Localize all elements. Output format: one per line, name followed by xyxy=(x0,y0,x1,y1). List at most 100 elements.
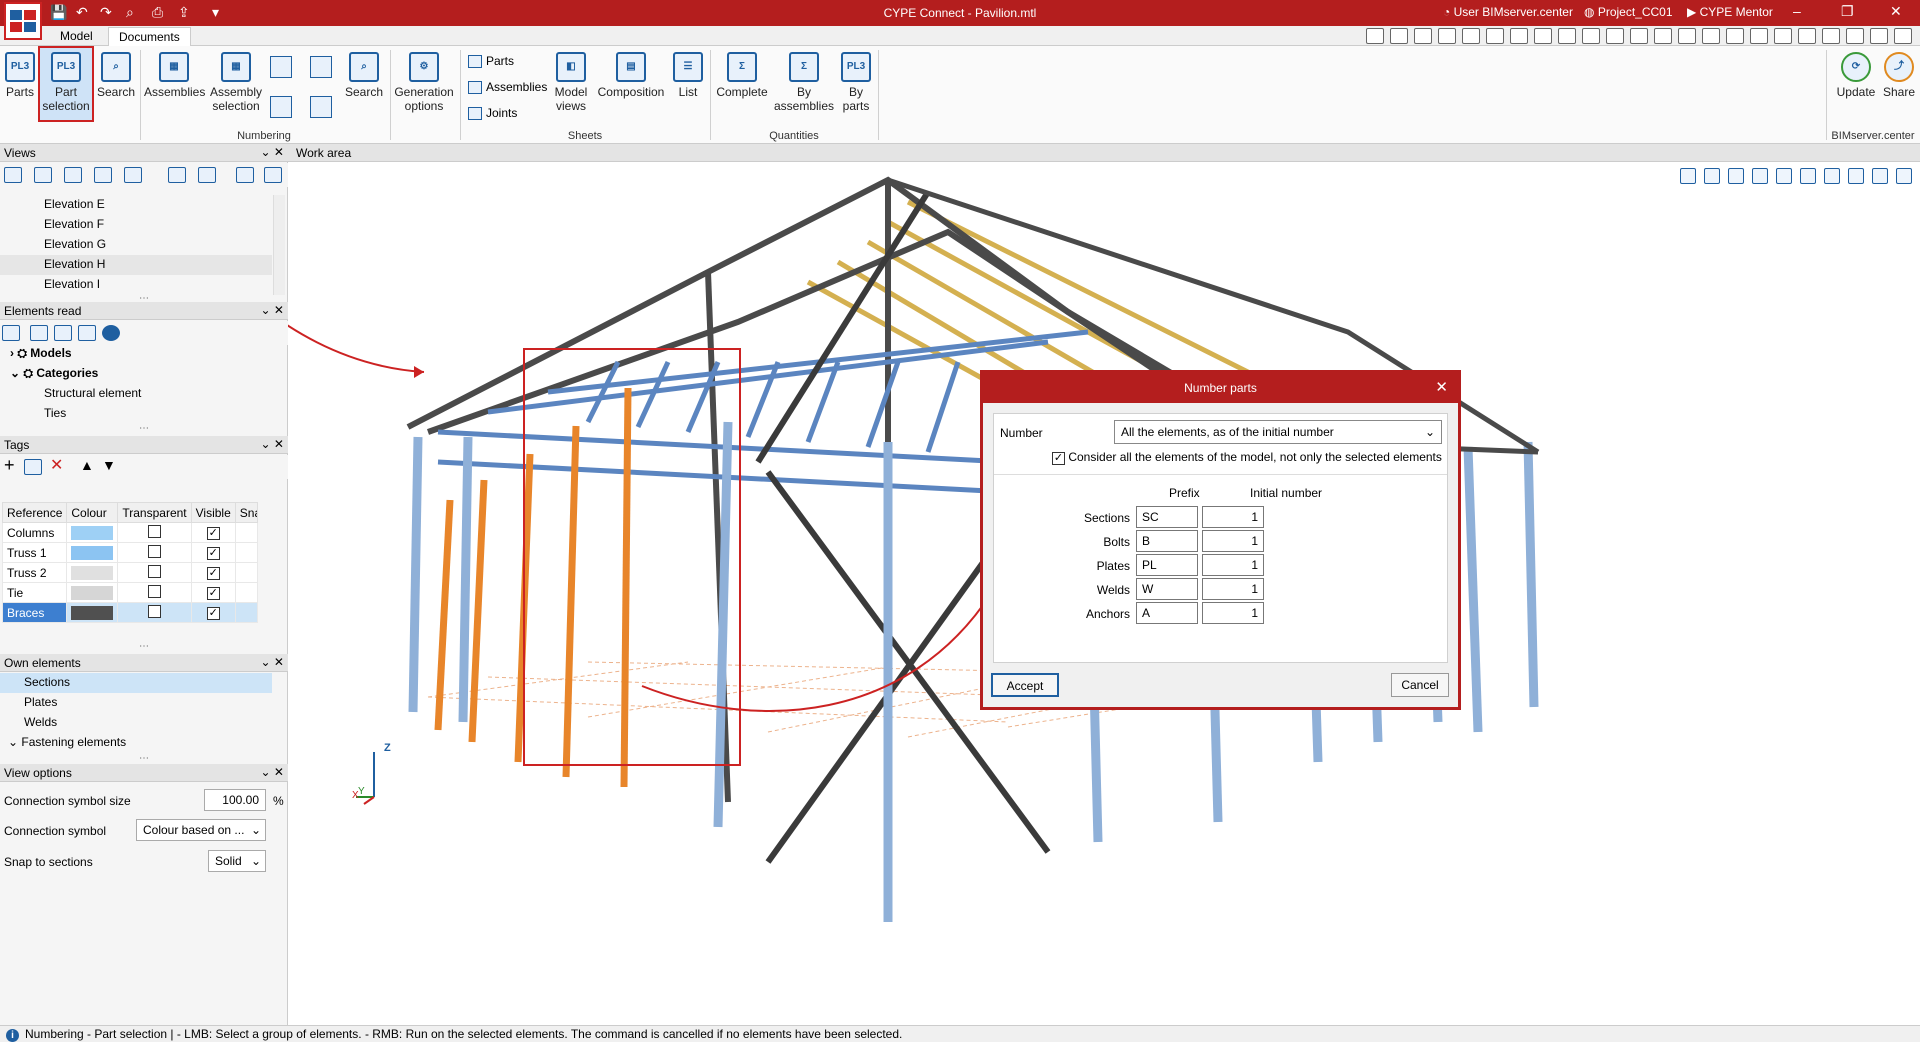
transparent-cell[interactable] xyxy=(117,542,192,563)
transparent-cell[interactable] xyxy=(117,522,192,543)
connection-symbol-select[interactable]: Colour based on ... ⌄ xyxy=(136,819,266,841)
tab-model[interactable]: Model xyxy=(50,27,103,46)
tree-item-structural[interactable]: Structural element xyxy=(0,384,272,404)
camera-icon[interactable] xyxy=(168,167,186,183)
share-button[interactable]: ⤴ Share xyxy=(1880,52,1918,99)
model-views-button[interactable]: ◧ Model views xyxy=(550,52,592,113)
assemblies-button[interactable]: ▦ Assemblies xyxy=(144,52,205,99)
cancel-button[interactable]: Cancel xyxy=(1391,673,1449,697)
copy-view-icon[interactable] xyxy=(64,167,82,183)
redo-icon[interactable]: ↷ xyxy=(100,4,112,21)
number-mode-select[interactable]: All the elements, as of the initial numb… xyxy=(1114,420,1442,444)
view-icon[interactable] xyxy=(1486,28,1504,44)
column-header[interactable]: Transparent xyxy=(117,502,192,523)
list-button[interactable]: ☰ List xyxy=(672,52,704,99)
magnet-icon[interactable] xyxy=(1630,28,1648,44)
view-icon[interactable] xyxy=(1726,28,1744,44)
tag-colour[interactable] xyxy=(66,602,119,623)
initial-number-input[interactable]: 1 xyxy=(1202,506,1264,528)
copy-icon[interactable] xyxy=(24,459,42,475)
close-window-icon[interactable]: ✕ xyxy=(1890,3,1902,20)
view-icon[interactable] xyxy=(1366,28,1384,44)
prefix-input[interactable]: A xyxy=(1136,602,1198,624)
view-icon[interactable] xyxy=(1462,28,1480,44)
delete-view-icon[interactable] xyxy=(94,167,112,183)
symbol-size-input[interactable]: 100.00 xyxy=(204,789,266,811)
column-header[interactable]: Reference xyxy=(1,502,68,523)
zoom-icon[interactable]: ⌕ xyxy=(126,4,134,21)
prefix-input[interactable]: W xyxy=(1136,578,1198,600)
view-icon[interactable] xyxy=(1606,28,1624,44)
view-icon[interactable] xyxy=(1654,28,1672,44)
resize-handle[interactable]: ⋯ xyxy=(0,754,288,764)
camera-settings-icon[interactable] xyxy=(198,167,216,183)
info-icon[interactable] xyxy=(102,325,120,341)
resize-handle[interactable]: ⋯ xyxy=(0,424,288,434)
help-icon[interactable] xyxy=(1894,28,1912,44)
grid-icon[interactable] xyxy=(1678,28,1696,44)
visible-cell[interactable]: ✓ xyxy=(190,602,236,623)
prefix-input[interactable]: B xyxy=(1136,530,1198,552)
snap-cell[interactable] xyxy=(234,562,258,583)
transparent-cell[interactable] xyxy=(117,582,192,603)
checkbox-checked[interactable]: ✓ xyxy=(206,527,220,540)
add-view-icon[interactable] xyxy=(4,167,22,183)
move-down-icon[interactable]: ▼ xyxy=(102,457,116,473)
view-settings-icon[interactable] xyxy=(124,167,142,183)
edit-view-icon[interactable] xyxy=(34,167,52,183)
list-item-welds[interactable]: Welds xyxy=(0,713,272,733)
minimize-icon[interactable]: – xyxy=(1793,3,1801,19)
visible-cell[interactable]: ✓ xyxy=(190,522,236,543)
visible-cell[interactable]: ✓ xyxy=(190,542,236,563)
column-header[interactable]: Colour xyxy=(66,502,119,523)
undo-icon[interactable]: ↶ xyxy=(76,4,88,21)
expand-icon[interactable] xyxy=(2,325,20,341)
view-icon[interactable] xyxy=(1702,28,1720,44)
part-selection-button[interactable]: PL3 Part selection xyxy=(38,46,94,122)
globe-icon[interactable] xyxy=(1846,28,1864,44)
panel-controls[interactable]: ⌄ ✕ xyxy=(261,437,284,451)
checkbox-checked[interactable]: ✓ xyxy=(206,547,220,560)
delete-icon[interactable]: ✕ xyxy=(50,455,63,475)
snap-select[interactable]: Solid ⌄ xyxy=(208,850,266,872)
table-row[interactable]: Tie ✓ xyxy=(1,582,258,603)
grid-view-2-icon[interactable] xyxy=(264,167,282,183)
visible-cell[interactable]: ✓ xyxy=(190,582,236,603)
export-icon[interactable]: ⇪ xyxy=(178,4,190,21)
list-item[interactable]: Elevation F xyxy=(0,215,272,235)
consider-all-checkbox[interactable]: ✓ Consider all the elements of the model… xyxy=(1052,450,1442,465)
initial-number-input[interactable]: 1 xyxy=(1202,578,1264,600)
prefix-input[interactable]: PL xyxy=(1136,554,1198,576)
view-icon[interactable] xyxy=(1390,28,1408,44)
checkbox-checked[interactable]: ✓ xyxy=(206,607,220,620)
project-selector[interactable]: ◍ Project_CC01 xyxy=(1584,5,1673,19)
generation-options-button[interactable]: ⚙ Generation options xyxy=(394,52,454,113)
orbit-icon[interactable] xyxy=(1534,28,1552,44)
column-header[interactable]: Snap xyxy=(234,502,258,523)
by-parts-button[interactable]: PL3 By parts xyxy=(838,52,874,113)
tag-colour[interactable] xyxy=(66,522,119,543)
numbering-tool-3[interactable] xyxy=(310,56,332,78)
complete-button[interactable]: Σ Complete xyxy=(714,52,770,99)
grid-view-icon[interactable] xyxy=(236,167,254,183)
parts-button[interactable]: PL3 Parts xyxy=(4,52,36,99)
view-icon[interactable] xyxy=(1798,28,1816,44)
search-assemblies-button[interactable]: ⌕ Search xyxy=(344,52,384,99)
list-item-sections[interactable]: Sections xyxy=(0,673,272,693)
checkbox-checked[interactable]: ✓ xyxy=(206,567,220,580)
checkbox-unchecked[interactable] xyxy=(148,584,161,598)
view-icon[interactable] xyxy=(1582,28,1600,44)
tag-colour[interactable] xyxy=(66,542,119,563)
table-row[interactable]: Truss 1 ✓ xyxy=(1,542,258,563)
table-row[interactable]: Braces ✓ xyxy=(1,602,258,623)
tree-item-categories[interactable]: ⌄ ⛭ Categories xyxy=(0,364,272,384)
checkbox-unchecked[interactable] xyxy=(148,604,161,618)
checkbox-unchecked[interactable] xyxy=(148,564,161,578)
prefix-input[interactable]: SC xyxy=(1136,506,1198,528)
snap-cell[interactable] xyxy=(234,602,258,623)
list-item[interactable]: Elevation G xyxy=(0,235,272,255)
panel-controls[interactable]: ⌄ ✕ xyxy=(261,303,284,317)
sheets-parts-button[interactable]: Parts xyxy=(468,54,514,68)
view-icon[interactable] xyxy=(1750,28,1768,44)
panel-controls[interactable]: ⌄ ✕ xyxy=(261,765,284,779)
